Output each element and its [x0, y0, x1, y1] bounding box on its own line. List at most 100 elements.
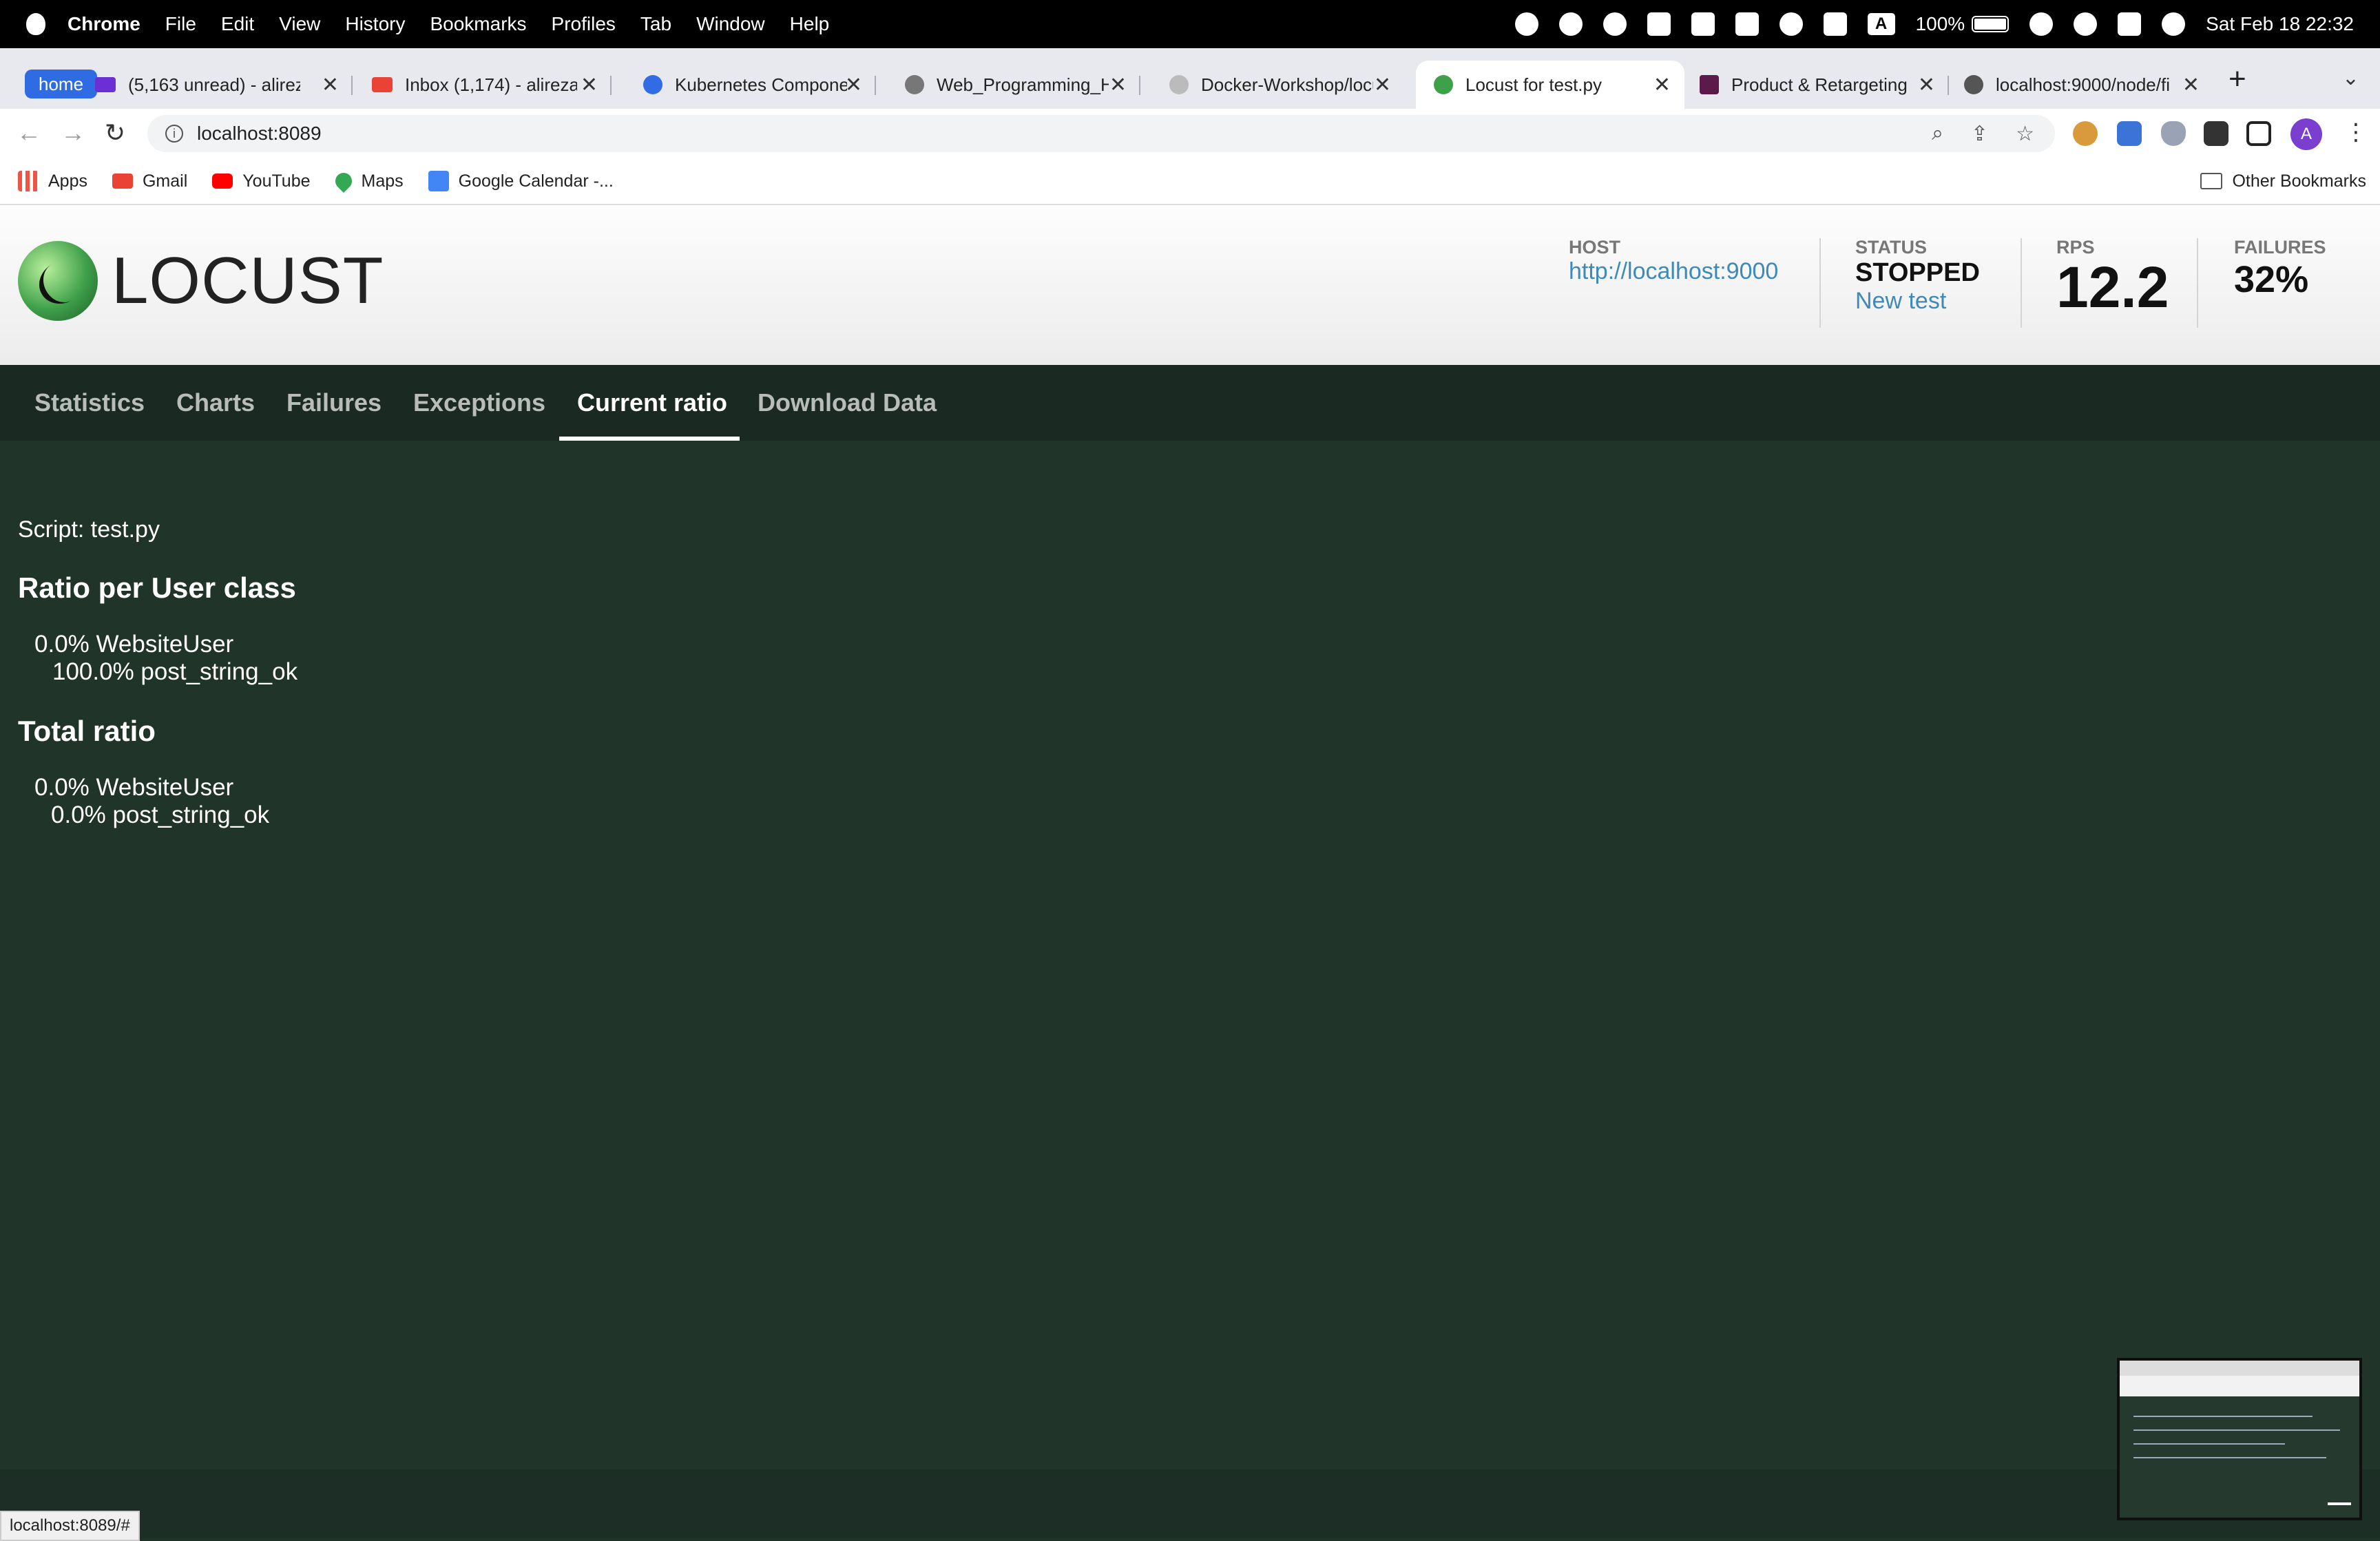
bookmarks-bar: Apps Gmail YouTube Maps Google Calendar … — [0, 158, 2380, 205]
telegram-icon[interactable] — [1603, 12, 1627, 36]
host-label: HOST — [1569, 237, 1621, 258]
vpn-icon[interactable] — [1647, 12, 1671, 36]
profile-avatar[interactable]: A — [2290, 118, 2322, 150]
tab-title: Product & Retargeting — [1731, 74, 1908, 95]
ratio-task-item: 100.0% post_string_ok — [52, 658, 298, 685]
globe-icon — [905, 75, 924, 94]
new-tab-plus-icon[interactable]: + — [2228, 62, 2246, 96]
close-tab-icon[interactable]: ✕ — [1918, 73, 1935, 97]
bookmark-star-icon[interactable]: ☆ — [2016, 122, 2034, 146]
menu-clock[interactable]: Sat Feb 18 22:32 — [2206, 13, 2354, 35]
close-tab-icon[interactable]: ✕ — [1653, 73, 1671, 97]
spotlight-search-icon[interactable] — [2074, 12, 2098, 36]
battery-icon — [1972, 16, 2010, 32]
failures-label: FAILURES — [2234, 237, 2326, 258]
control-center-icon[interactable] — [2118, 12, 2142, 36]
tab-title: Inbox (1,174) - alirezae — [405, 74, 577, 95]
tab-group-home[interactable]: home — [25, 70, 98, 98]
tab-title: Locust for test.py — [1465, 74, 1602, 95]
header-divider — [2197, 238, 2198, 328]
extension-shield-icon[interactable] — [2161, 121, 2186, 146]
bookmark-label: Maps — [361, 171, 404, 191]
tab-product-retargeting[interactable]: Product & Retargeting ✕ — [1684, 61, 1949, 109]
extensions-puzzle-icon[interactable] — [2204, 121, 2228, 146]
menu-profiles[interactable]: Profiles — [552, 13, 616, 35]
vlc-icon[interactable] — [1735, 12, 1759, 36]
extension-screen-capture-icon[interactable] — [2117, 121, 2142, 146]
back-arrow-icon[interactable]: ← — [17, 118, 41, 147]
locust-icon — [1434, 75, 1453, 94]
menu-history[interactable]: History — [345, 13, 405, 35]
close-tab-icon[interactable]: ✕ — [2182, 73, 2200, 97]
wifi-icon[interactable] — [2029, 12, 2054, 36]
script-name: Script: test.py — [18, 516, 160, 543]
rps-value: 12.2 — [2056, 255, 2169, 319]
tab-exceptions[interactable]: Exceptions — [413, 365, 545, 441]
reload-icon[interactable]: ↻ — [105, 118, 125, 147]
locust-nav-tabs: Statistics Charts Failures Exceptions Cu… — [0, 365, 2380, 441]
new-test-link[interactable]: New test — [1855, 288, 1980, 315]
locust-logo[interactable]: LOCUST — [18, 241, 384, 321]
youtube-icon — [212, 174, 233, 189]
bookmark-gmail[interactable]: Gmail — [112, 171, 187, 191]
weather-icon[interactable] — [1514, 12, 1538, 36]
menu-bookmarks[interactable]: Bookmarks — [430, 13, 526, 35]
close-tab-icon[interactable]: ✕ — [845, 73, 862, 97]
menu-window[interactable]: Window — [696, 13, 765, 35]
tab-web-programming[interactable]: Web_Programming_HV ✕ — [876, 61, 1140, 109]
other-bookmarks[interactable]: Other Bookmarks — [2200, 171, 2366, 191]
volume-icon[interactable] — [1823, 12, 1847, 36]
menu-help[interactable]: Help — [790, 13, 830, 35]
app-status-icon[interactable] — [1558, 12, 1583, 36]
folder-icon — [2200, 173, 2223, 189]
menu-app-name[interactable]: Chrome — [67, 13, 140, 35]
battery-status[interactable]: 100% — [1916, 13, 2010, 35]
play-icon[interactable] — [1779, 12, 1803, 36]
address-bar[interactable]: i localhost:8089 ⌕ ⇪ ☆ — [147, 115, 2055, 152]
tab-gmail-inbox[interactable]: Inbox (1,174) - alirezae ✕ — [353, 61, 612, 109]
locust-header: LOCUST HOST http://localhost:9000 STATUS… — [0, 205, 2380, 365]
close-tab-icon[interactable]: ✕ — [1109, 73, 1127, 97]
tab-search-chevron-icon[interactable]: ⌄ — [2342, 66, 2359, 90]
screenshot-thumbnail-preview[interactable] — [2117, 1358, 2362, 1520]
tab-current-ratio[interactable]: Current ratio — [577, 365, 727, 441]
tab-yahoo-mail[interactable]: (5,163 unread) - alirez ✕ — [95, 61, 353, 109]
menu-edit[interactable]: Edit — [221, 13, 254, 35]
menu-file[interactable]: File — [165, 13, 196, 35]
close-tab-icon[interactable]: ✕ — [322, 73, 339, 97]
bookmark-apps[interactable]: Apps — [18, 171, 87, 191]
apple-icon[interactable] — [26, 13, 45, 35]
menu-view[interactable]: View — [279, 13, 320, 35]
tab-localhost-9000[interactable]: localhost:9000/node/fi ✕ — [1949, 61, 2213, 109]
tab-charts[interactable]: Charts — [176, 365, 255, 441]
bookmark-youtube[interactable]: YouTube — [212, 171, 311, 191]
share-icon[interactable]: ⇪ — [1971, 122, 1988, 146]
side-panel-icon[interactable] — [2246, 121, 2271, 146]
extension-cookie-icon[interactable] — [2073, 121, 2098, 146]
clipboard-icon[interactable] — [1691, 12, 1715, 36]
battery-percent: 100% — [1915, 13, 1965, 34]
forward-arrow-icon[interactable]: → — [61, 118, 85, 147]
siri-icon[interactable] — [2162, 12, 2186, 36]
tab-docker-workshop[interactable]: Docker-Workshop/locu ✕ — [1140, 61, 1405, 109]
kubernetes-icon — [643, 75, 662, 94]
address-bar-url[interactable]: localhost:8089 — [197, 123, 322, 145]
zoom-icon[interactable]: ⌕ — [1932, 122, 1943, 146]
close-tab-icon[interactable]: ✕ — [1374, 73, 1391, 97]
close-tab-icon[interactable]: ✕ — [581, 73, 598, 97]
bookmark-maps[interactable]: Maps — [331, 169, 404, 193]
tab-failures[interactable]: Failures — [286, 365, 382, 441]
tab-statistics[interactable]: Statistics — [34, 365, 145, 441]
header-divider — [1819, 238, 1821, 328]
site-info-icon[interactable]: i — [165, 125, 183, 143]
input-source-icon[interactable]: A — [1867, 13, 1895, 35]
other-bookmarks-label: Other Bookmarks — [2232, 171, 2366, 191]
chrome-menu-icon[interactable]: ⋮ — [2344, 118, 2368, 146]
bookmark-google-calendar[interactable]: Google Calendar -... — [428, 171, 614, 191]
menu-tab[interactable]: Tab — [640, 13, 671, 35]
tab-locust-active[interactable]: Locust for test.py ✕ — [1416, 61, 1684, 109]
tab-kubernetes[interactable]: Kubernetes Componen ✕ — [612, 61, 876, 109]
tab-download-data[interactable]: Download Data — [758, 365, 937, 441]
total-ratio-heading: Total ratio — [18, 715, 156, 747]
locust-logo-text: LOCUST — [112, 244, 384, 317]
